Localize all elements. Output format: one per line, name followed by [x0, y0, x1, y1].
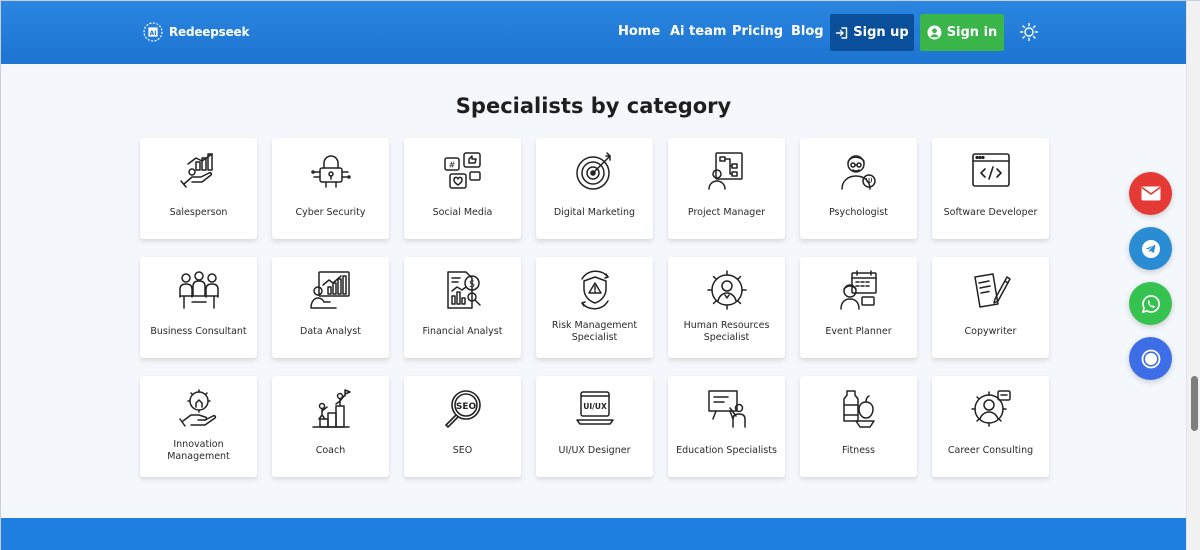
scrollbar-thumb[interactable] — [1191, 376, 1198, 431]
envelope-icon — [1141, 186, 1160, 201]
category-card-social-media[interactable]: # Social Media — [404, 138, 521, 239]
category-label: SEO — [452, 445, 473, 456]
category-label: Copywriter — [964, 326, 1017, 337]
meeting-icon — [179, 271, 219, 309]
category-grid: Salesperson Cyber Security # Social Medi… — [140, 138, 1049, 477]
category-card-data-analyst[interactable]: Data Analyst — [272, 257, 389, 358]
category-label: Data Analyst — [300, 326, 361, 337]
category-label: Human Resources Specialist — [683, 320, 770, 343]
psychologist-icon: Ψ — [841, 155, 876, 190]
next-section-banner — [1, 518, 1186, 550]
svg-text:Ψ: Ψ — [865, 178, 872, 188]
target-dart-icon — [576, 152, 611, 190]
nav-blog[interactable]: Blog — [791, 24, 824, 39]
padlock-circuit-icon — [311, 155, 351, 188]
category-label: Social Media — [432, 207, 493, 218]
category-label: Cyber Security — [295, 207, 366, 218]
chat-float-button[interactable] — [1129, 337, 1172, 380]
category-label: Digital Marketing — [553, 207, 636, 218]
chat-bubble-icon — [1141, 349, 1160, 368]
category-card-career-consulting[interactable]: Career Consulting — [932, 376, 1049, 477]
category-card-project-manager[interactable]: Project Manager — [668, 138, 785, 239]
nav-ai-team[interactable]: Ai team — [670, 24, 726, 39]
category-card-innovation-management[interactable]: Innovation Management — [140, 376, 257, 477]
risk-shield-icon — [581, 270, 609, 310]
category-label: Innovation Management — [167, 439, 230, 462]
category-card-digital-marketing[interactable]: Digital Marketing — [536, 138, 653, 239]
category-label: Coach — [315, 445, 346, 456]
category-label: Career Consulting — [947, 445, 1034, 456]
page-title: Specialists by category — [455, 94, 732, 118]
category-label: Salesperson — [169, 207, 228, 218]
category-label: Education Specialists — [676, 445, 777, 456]
sales-hand-chart-icon — [180, 153, 213, 188]
project-flowchart-icon — [708, 152, 743, 190]
category-card-business-consultant[interactable]: Business Consultant — [140, 257, 257, 358]
category-card-software-developer[interactable]: Software Developer — [932, 138, 1049, 239]
svg-text:SEO: SEO — [456, 402, 477, 412]
whatsapp-float-button[interactable] — [1129, 282, 1172, 325]
category-card-education-specialists[interactable]: Education Specialists — [668, 376, 785, 477]
nav-pricing[interactable]: Pricing — [732, 24, 783, 39]
category-card-uiux-designer[interactable]: UI/UX UI/UX Designer — [536, 376, 653, 477]
category-card-copywriter[interactable]: Copywriter — [932, 257, 1049, 358]
coach-flag-icon — [312, 389, 351, 428]
svg-text:#: # — [449, 161, 456, 170]
email-float-button[interactable] — [1129, 172, 1172, 215]
logo-text: Redeepseek — [169, 25, 250, 39]
teacher-board-icon — [708, 390, 746, 428]
signup-button[interactable]: Sign up — [830, 14, 914, 51]
logo-icon: AI — [143, 22, 163, 42]
code-window-icon — [972, 153, 1010, 187]
category-label: Financial Analyst — [422, 326, 503, 337]
category-label: Event Planner — [825, 326, 892, 337]
category-card-fitness[interactable]: Fitness — [800, 376, 917, 477]
event-calendar-icon — [840, 270, 877, 310]
signup-label: Sign up — [853, 25, 909, 40]
user-circle-icon — [927, 25, 942, 40]
fitness-food-icon — [843, 390, 875, 428]
signin-label: Sign in — [946, 25, 998, 40]
nav-home[interactable]: Home — [618, 24, 660, 39]
category-card-risk-management-specialist[interactable]: Risk Management Specialist — [536, 257, 653, 358]
category-card-cyber-security[interactable]: Cyber Security — [272, 138, 389, 239]
uiux-laptop-icon: UI/UX — [576, 391, 614, 425]
social-media-icon: # — [444, 152, 481, 189]
svg-text:AI: AI — [150, 30, 157, 37]
signin-button[interactable]: Sign in — [920, 14, 1004, 51]
category-card-seo[interactable]: SEO SEO — [404, 376, 521, 477]
category-label: Software Developer — [943, 207, 1038, 218]
sun-icon[interactable] — [1019, 22, 1039, 42]
category-label: Psychologist — [829, 207, 888, 218]
category-card-salesperson[interactable]: Salesperson — [140, 138, 257, 239]
category-label: Fitness — [842, 445, 875, 456]
category-label: Business Consultant — [150, 326, 247, 337]
logo[interactable]: AI Redeepseek — [141, 19, 249, 45]
data-chart-icon — [310, 271, 350, 309]
bulb-hand-icon — [179, 389, 217, 427]
category-card-financial-analyst[interactable]: $ Financial Analyst — [404, 257, 521, 358]
category-card-event-planner[interactable]: Event Planner — [800, 257, 917, 358]
financial-report-icon: $ — [447, 271, 481, 309]
whatsapp-icon — [1141, 294, 1160, 313]
category-card-psychologist[interactable]: Ψ Psychologist — [800, 138, 917, 239]
svg-text:UI/UX: UI/UX — [583, 402, 607, 411]
login-icon — [836, 26, 848, 39]
career-gear-icon — [971, 390, 1011, 427]
telegram-icon — [1141, 239, 1160, 258]
category-label: Project Manager — [687, 207, 766, 218]
seo-magnifier-icon: SEO — [444, 390, 481, 429]
category-card-coach[interactable]: Coach — [272, 376, 389, 477]
category-label: UI/UX Designer — [558, 445, 631, 456]
telegram-float-button[interactable] — [1129, 227, 1172, 270]
hr-gear-icon — [707, 270, 747, 310]
category-label: Risk Management Specialist — [551, 320, 638, 343]
svg-text:$: $ — [469, 279, 475, 290]
header: AI Redeepseek Home Ai team Pricing Blog … — [1, 1, 1186, 64]
page-scrollbar[interactable] — [1186, 1, 1200, 550]
category-card-human-resources-specialist[interactable]: Human Resources Specialist — [668, 257, 785, 358]
pen-paper-icon — [974, 273, 1011, 308]
